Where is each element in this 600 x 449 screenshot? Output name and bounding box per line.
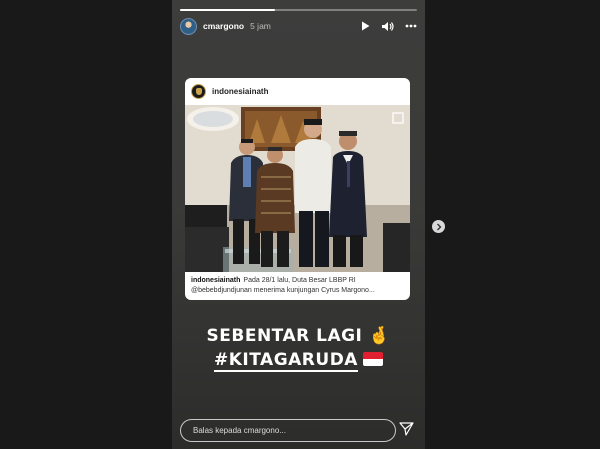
caption-username[interactable]: indonesiainath — [191, 277, 240, 284]
reply-input[interactable]: Balas kepada cmargono... — [180, 419, 396, 442]
shared-post-card[interactable]: indonesiainath indonesiainath Pada 28/1 … — [185, 78, 410, 300]
indonesia-flag-icon — [362, 352, 383, 366]
sticker-text-line-2: #KITAGARUDA — [172, 350, 425, 372]
sticker-text-line-1: SEBENTAR LAGI 🤞 — [172, 326, 425, 346]
story-progress-bar — [180, 9, 417, 11]
reply-placeholder: Balas kepada cmargono... — [193, 426, 286, 435]
post-caption: indonesiainath Pada 28/1 lalu, Duta Besar… — [191, 276, 404, 296]
post-avatar[interactable] — [191, 84, 206, 99]
post-photo — [185, 105, 410, 272]
chandelier — [187, 107, 239, 131]
sound-icon[interactable] — [381, 21, 394, 32]
more-icon[interactable] — [405, 24, 417, 28]
story-time: 5 jam — [250, 21, 271, 31]
hashtag-sticker[interactable]: #KITAGARUDA — [214, 350, 358, 372]
send-icon[interactable] — [399, 422, 414, 441]
crossed-fingers-emoji: 🤞 — [368, 326, 391, 346]
sticker-line-1-text: SEBENTAR LAGI — [206, 326, 363, 346]
caption-line-1: Pada 28/1 lalu, Duta Besar LBBP RI — [243, 277, 356, 284]
next-story-button[interactable] — [432, 220, 445, 233]
post-header: indonesiainath — [185, 78, 410, 105]
story-username[interactable]: cmargono — [203, 21, 244, 31]
caption-line-2: @bebebdjundjunan menerima kunjungan Cyru… — [191, 287, 375, 294]
chevron-right-icon — [436, 218, 442, 236]
post-username[interactable]: indonesiainath — [212, 87, 268, 96]
avatar[interactable] — [180, 17, 197, 35]
play-icon[interactable] — [361, 21, 370, 31]
story-progress-fill — [180, 9, 275, 11]
story-header: cmargono 5 jam — [180, 15, 417, 37]
